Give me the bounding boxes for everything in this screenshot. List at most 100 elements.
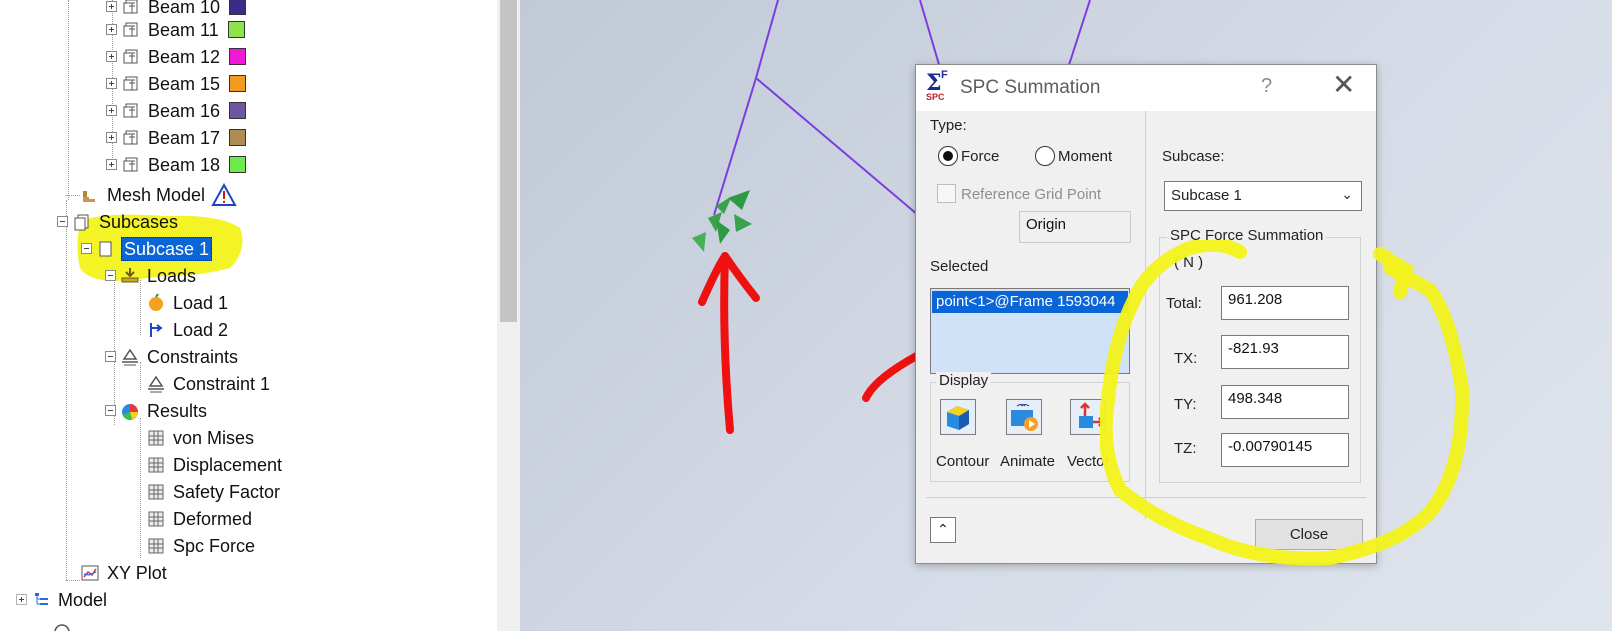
selected-entity-item[interactable]: point<1>@Frame 1593044 <box>932 291 1128 313</box>
close-icon[interactable]: ✕ <box>1332 70 1355 100</box>
model-icon <box>35 592 48 605</box>
tree-item-label: Beam 11 <box>148 19 219 40</box>
results-icon <box>122 403 138 420</box>
beam-icon <box>123 103 138 117</box>
force-load-icon <box>150 322 163 337</box>
beam-icon <box>123 22 138 36</box>
collapse-icon[interactable] <box>105 405 116 416</box>
subcase-icon <box>99 241 112 256</box>
tree-item-safety-factor[interactable]: Safety Factor <box>146 478 282 505</box>
tree-item-von-mises[interactable]: von Mises <box>146 424 256 451</box>
help-button[interactable]: ? <box>1261 75 1272 98</box>
beam-color-swatch <box>229 156 247 173</box>
contour-button[interactable] <box>940 399 976 435</box>
tree-item-constraint-1[interactable]: Constraint 1 <box>146 370 272 397</box>
force-radio-label: Force <box>961 148 1000 165</box>
frame-beam-line <box>713 77 757 216</box>
tree-item-beam-18[interactable]: Beam 18 <box>106 151 247 178</box>
contour-icon <box>947 406 969 430</box>
subcase-dropdown[interactable]: Subcase 1 ⌄ <box>1164 181 1362 211</box>
loads-icon <box>121 267 139 282</box>
reference-grid-point-label: Reference Grid Point <box>961 186 1102 203</box>
tree-item-load-1[interactable]: Load 1 <box>146 289 230 316</box>
tree-item-spc-force[interactable]: Spc Force <box>146 532 257 559</box>
tree-item-model[interactable]: Model <box>16 586 109 613</box>
scrollbar-thumb[interactable] <box>500 0 517 322</box>
tree-item-label: Subcases <box>99 211 179 232</box>
mesh-model-icon <box>83 190 95 202</box>
expand-icon[interactable] <box>16 594 27 605</box>
tree-item-label: Mesh Model <box>107 184 206 205</box>
tree-item-label: Beam 17 <box>148 127 221 148</box>
tree-item-beam-11[interactable]: Beam 11 <box>106 16 245 43</box>
expand-icon[interactable] <box>106 78 117 89</box>
tree-item-label: Beam 15 <box>148 73 221 94</box>
constraint-icon <box>148 375 164 392</box>
collapse-icon[interactable] <box>105 270 116 281</box>
tree-item-label: Load 2 <box>173 319 229 340</box>
animate-button[interactable] <box>1006 399 1042 435</box>
tree-item-loads[interactable]: Loads <box>105 262 198 289</box>
expand-icon[interactable] <box>106 51 117 62</box>
tree-item-deformed[interactable]: Deformed <box>146 505 254 532</box>
type-label: Type: <box>930 117 967 134</box>
expand-icon[interactable] <box>106 105 117 116</box>
display-label: Display <box>936 372 992 389</box>
tree-guide <box>68 0 69 200</box>
beam-icon <box>123 49 138 63</box>
tree-item-label: Beam 10 <box>148 0 221 17</box>
collapse-dialog-button[interactable]: ⌃ <box>930 517 956 543</box>
tree-guide <box>66 195 80 196</box>
beam-color-swatch <box>229 75 247 92</box>
tree-item-subcases[interactable]: Subcases <box>57 208 180 235</box>
tree-item-beam-17[interactable]: Beam 17 <box>106 124 247 151</box>
moment-radio[interactable] <box>1035 146 1055 166</box>
tree-item-xy-plot[interactable]: XY Plot <box>80 559 169 586</box>
animate-label: Animate <box>1000 453 1056 470</box>
tree-guide <box>140 418 141 558</box>
tree-item-beam-16[interactable]: Beam 16 <box>106 97 247 124</box>
beam-color-swatch <box>229 48 247 65</box>
result-grid-icon <box>148 538 164 553</box>
result-grid-icon <box>148 511 164 526</box>
tree-item-displacement[interactable]: Displacement <box>146 451 284 478</box>
result-grid-icon <box>148 430 164 445</box>
tree-item-label: XY Plot <box>107 562 167 583</box>
result-grid-icon <box>148 457 164 472</box>
tree-item-label: Loads <box>147 265 197 286</box>
constraints-icon <box>122 348 138 365</box>
tree-item-label: Displacement <box>173 454 283 475</box>
gravity-load-icon <box>149 292 163 311</box>
tree-item-beam-15[interactable]: Beam 15 <box>106 70 247 97</box>
collapse-icon[interactable] <box>81 243 92 254</box>
collapse-icon[interactable] <box>57 216 68 227</box>
tree-item-label: Beam 16 <box>148 100 221 121</box>
collapse-icon[interactable] <box>105 351 116 362</box>
tree-item-constraints[interactable]: Constraints <box>105 343 240 370</box>
beam-icon <box>123 76 138 90</box>
tree-item-load-2[interactable]: Load 2 <box>146 316 230 343</box>
dialog-titlebar[interactable]: Σ F SPC SPC Summation ? ✕ <box>916 65 1376 111</box>
beam-color-swatch <box>229 0 247 15</box>
tree-item-label: Beam 18 <box>148 154 221 175</box>
expand-icon[interactable] <box>106 1 117 12</box>
expand-icon[interactable] <box>106 24 117 35</box>
tree-item-beam-12[interactable]: Beam 12 <box>106 43 247 70</box>
tree-item-label-selected: Subcase 1 <box>121 236 213 261</box>
tree-item-subcase-1[interactable]: Subcase 1 <box>81 235 213 262</box>
beam-color-swatch <box>227 21 245 38</box>
tree-item-mesh-model[interactable]: Mesh Model <box>80 181 237 208</box>
beam-icon <box>123 130 138 144</box>
tree-scrollbar[interactable] <box>497 0 520 631</box>
tree-guide <box>66 200 67 580</box>
expand-icon[interactable] <box>106 159 117 170</box>
spc-summation-icon: Σ F SPC <box>926 69 948 102</box>
beam-color-swatch <box>229 102 247 119</box>
expand-icon[interactable] <box>106 132 117 143</box>
origin-field[interactable]: Origin <box>1019 211 1131 243</box>
frame-beam-line <box>755 77 919 216</box>
reference-grid-point-checkbox[interactable] <box>937 184 956 203</box>
tree-guide <box>66 580 80 581</box>
tree-item-results[interactable]: Results <box>105 397 209 424</box>
force-radio[interactable] <box>938 146 958 166</box>
